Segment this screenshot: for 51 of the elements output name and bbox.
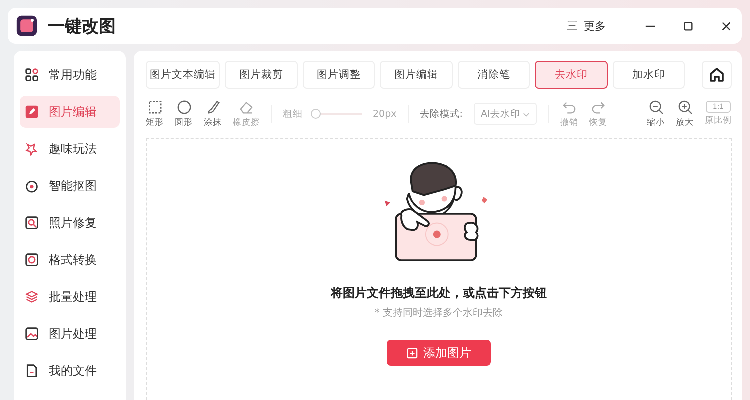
brush-icon xyxy=(206,100,220,114)
chevron-down-icon xyxy=(523,110,530,118)
tool-button[interactable]: 缩小 xyxy=(647,100,665,128)
maximize-icon[interactable] xyxy=(683,20,694,32)
mode-label: 去除模式: xyxy=(420,108,463,120)
home-icon xyxy=(709,67,726,83)
thickness-label: 粗细 xyxy=(283,108,303,120)
home-button[interactable] xyxy=(702,61,732,89)
dashed-rectangle-icon xyxy=(148,100,162,114)
zoom-in-icon xyxy=(678,100,692,114)
grid-icon xyxy=(25,68,39,82)
tab[interactable]: 消除笔 xyxy=(458,61,530,89)
undo-icon xyxy=(562,100,577,114)
sidebar-item[interactable]: 我的文件 xyxy=(20,355,120,387)
tab[interactable]: 图片文本编辑 xyxy=(146,61,220,89)
sidebar-item[interactable]: 常用功能 xyxy=(20,59,120,91)
target-icon xyxy=(25,179,39,193)
tool-button[interactable]: 圆形 xyxy=(175,100,193,128)
add-image-icon xyxy=(406,348,418,358)
tool-button[interactable]: 矩形 xyxy=(146,100,164,128)
more-menu-button[interactable]: 三 更多 xyxy=(567,18,606,34)
sidebar-item[interactable]: 趣味玩法 xyxy=(20,133,120,165)
tab[interactable]: 图片裁剪 xyxy=(225,61,298,89)
tool-button[interactable]: 放大 xyxy=(676,100,694,128)
sidebar-item[interactable]: 智能抠图 xyxy=(20,170,120,202)
redo-icon xyxy=(590,100,606,114)
add-image-button[interactable]: 添加图片 xyxy=(387,340,491,366)
eraser-icon xyxy=(239,100,254,114)
tab[interactable]: 加水印 xyxy=(612,61,686,89)
layers-icon xyxy=(25,290,39,304)
pencil-icon xyxy=(25,105,39,119)
sidebar-item[interactable]: 图片处理 xyxy=(20,318,120,350)
thickness-value: 20px xyxy=(373,108,397,120)
tab[interactable]: 图片调整 xyxy=(302,61,376,89)
image-icon xyxy=(25,327,39,341)
drop-zone[interactable]: 将图片文件拖拽至此处，或点击下方按钮 * 支持同时选择多个水印去除 添加图片 xyxy=(146,138,732,400)
sparkle-icon xyxy=(25,142,39,156)
magnifier-icon xyxy=(25,216,39,230)
sidebar-item[interactable]: 格式转换 xyxy=(20,244,120,276)
drop-title: 将图片文件拖拽至此处，或点击下方按钮 xyxy=(331,285,547,302)
circle-icon xyxy=(176,100,192,114)
close-icon[interactable] xyxy=(721,20,732,32)
document-icon xyxy=(25,364,39,378)
zoom-out-icon xyxy=(648,100,664,114)
sidebar-item[interactable]: 照片修复 xyxy=(20,207,120,239)
app-logo-icon xyxy=(16,15,38,37)
sidebar-item[interactable]: 批量处理 xyxy=(20,281,120,313)
tab[interactable]: 图片编辑 xyxy=(380,61,453,89)
tool-button[interactable]: 涂抹 xyxy=(204,100,222,128)
drop-hint: * 支持同时选择多个水印去除 xyxy=(374,306,504,320)
app-title: 一键改图 xyxy=(48,16,116,38)
